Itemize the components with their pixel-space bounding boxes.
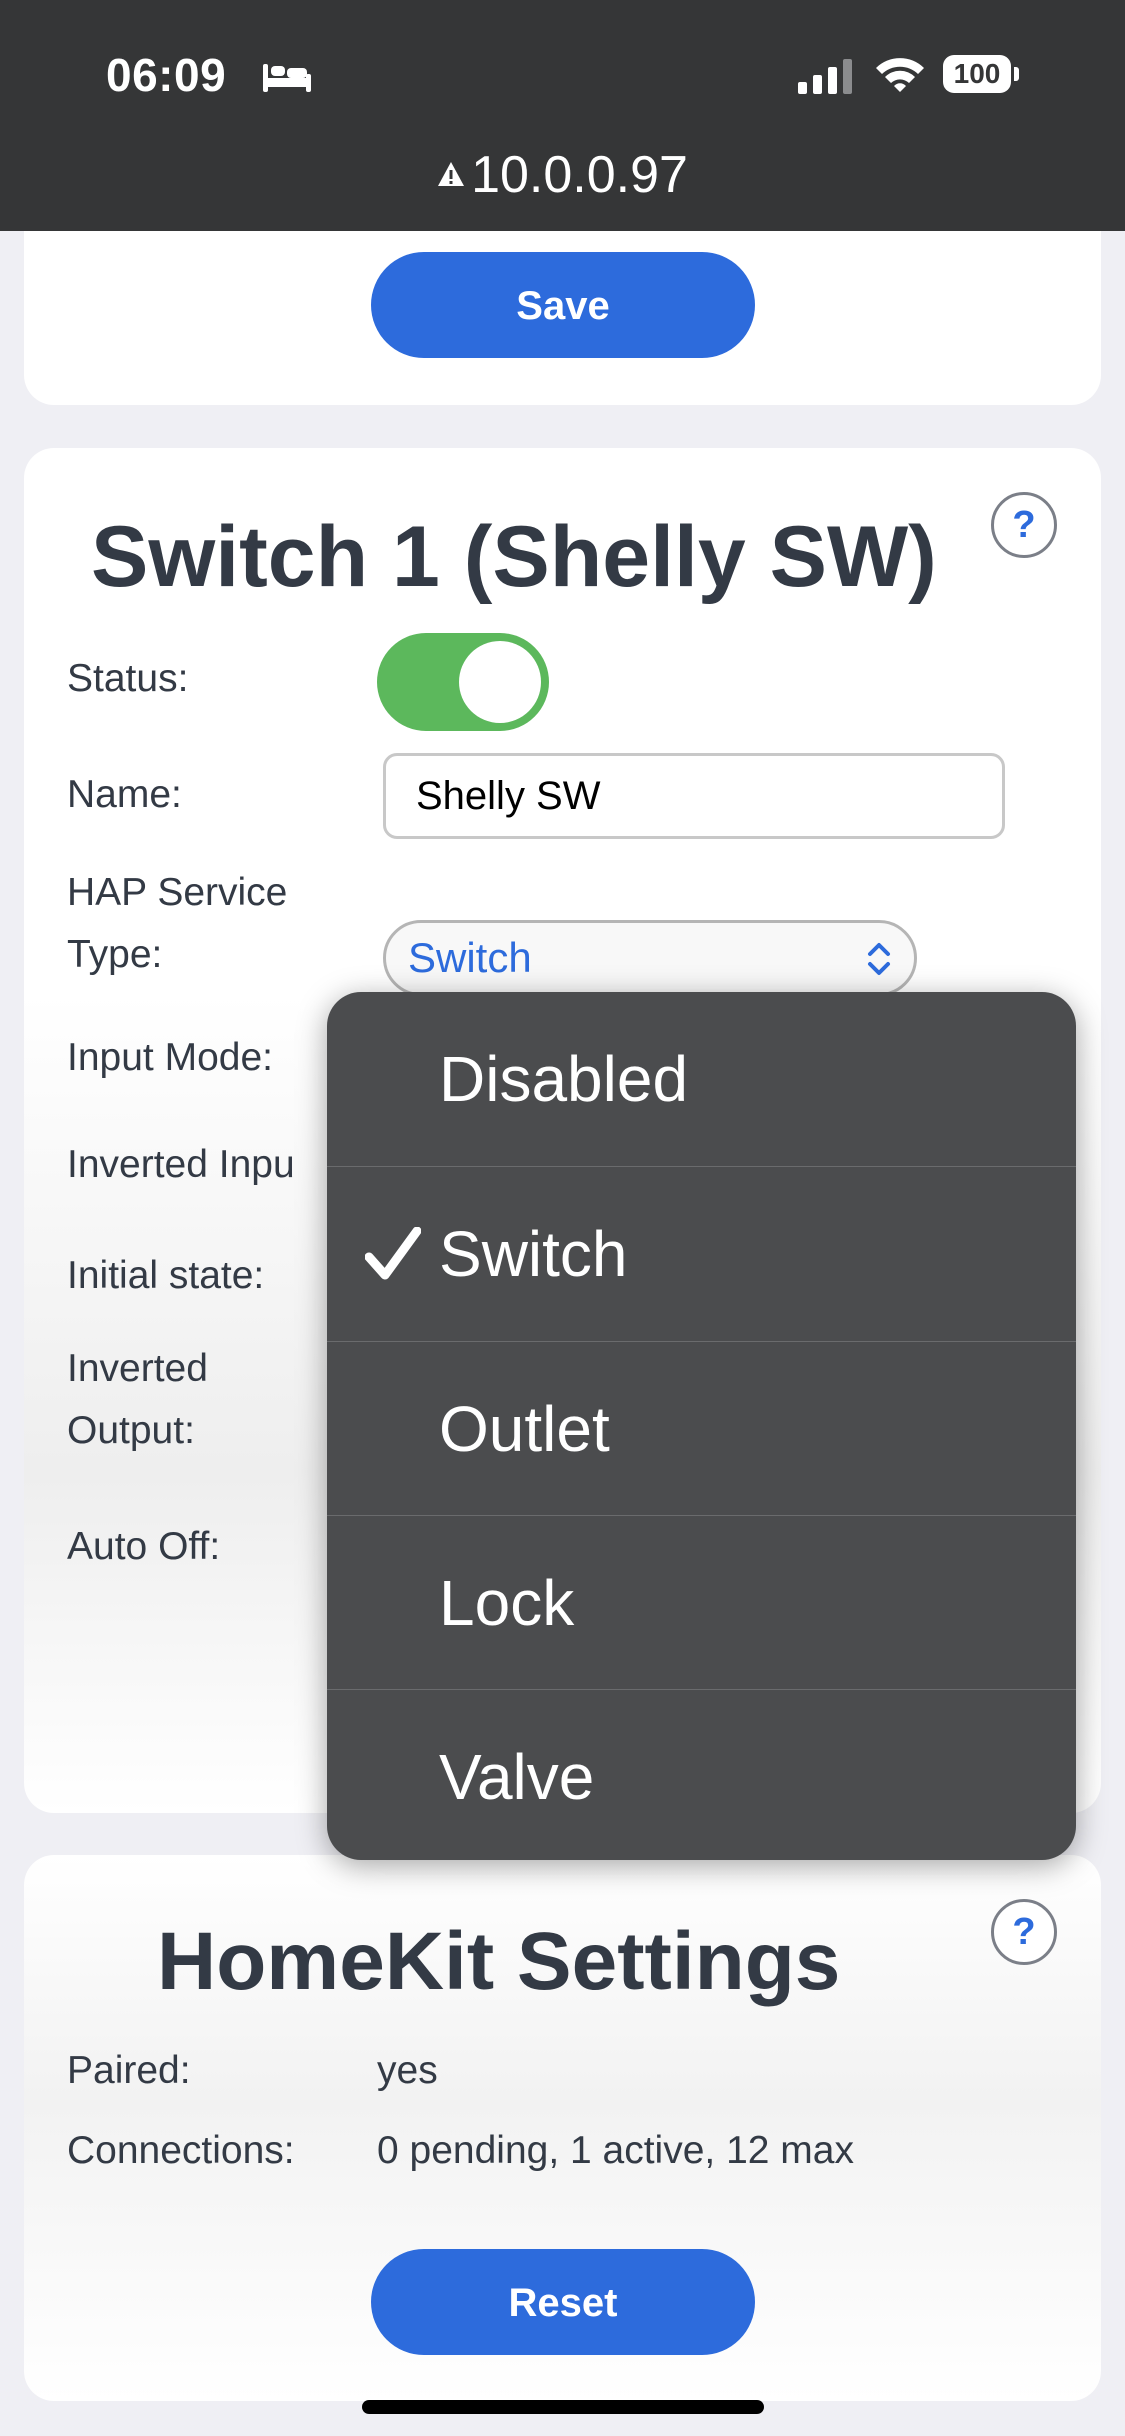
address-text: 10.0.0.97 <box>471 146 688 204</box>
chevron-up-down-icon <box>868 943 890 975</box>
status-toggle[interactable] <box>377 633 549 731</box>
dropdown-option-label: Lock <box>439 1567 575 1639</box>
reset-button[interactable]: Reset <box>371 2249 755 2355</box>
input-mode-label: Input Mode: <box>67 1036 273 1079</box>
dropdown-option-label: Disabled <box>439 1043 689 1115</box>
dropdown-option-label: Valve <box>439 1741 595 1813</box>
dropdown-option-label: Outlet <box>439 1393 610 1465</box>
signal-strength-icon <box>798 59 852 94</box>
toggle-knob <box>459 641 541 723</box>
status-time: 06:09 <box>106 49 227 101</box>
home-indicator <box>362 2400 764 2414</box>
help-icon[interactable]: ? <box>991 492 1057 558</box>
hap-service-label-line1: HAP Service <box>67 871 288 914</box>
dropdown-option-valve[interactable]: Valve <box>327 1690 1076 1860</box>
save-button[interactable]: Save <box>371 252 755 358</box>
dropdown-option-label: Switch <box>439 1218 628 1290</box>
inverted-output-label-line2: Output: <box>67 1409 195 1452</box>
status-label: Status: <box>67 657 189 700</box>
auto-off-label: Auto Off: <box>67 1525 221 1568</box>
warning-triangle-icon <box>438 162 465 187</box>
homekit-card: HomeKit Settings ? Paired: yes Connectio… <box>24 1855 1101 2401</box>
hap-service-label-line2: Type: <box>67 933 163 976</box>
paired-value: yes <box>377 2049 438 2092</box>
dropdown-option-disabled[interactable]: Disabled <box>327 992 1076 1166</box>
dropdown-option-outlet[interactable]: Outlet <box>327 1342 1076 1516</box>
browser-top-bar: 06:09 100 10.0.0.97 <box>0 0 1125 231</box>
checkmark-icon <box>365 1227 421 1280</box>
dropdown-option-lock[interactable]: Lock <box>327 1516 1076 1690</box>
name-field[interactable]: Shelly SW <box>383 753 1005 839</box>
dropdown-option-switch[interactable]: Switch <box>327 1167 1076 1341</box>
help-icon[interactable]: ? <box>991 1899 1057 1965</box>
hap-service-type-select[interactable]: Switch <box>383 920 917 996</box>
paired-label: Paired: <box>67 2049 191 2092</box>
address-bar[interactable]: 10.0.0.97 <box>0 145 1125 205</box>
inverted-output-label-line1: Inverted <box>67 1347 208 1390</box>
hap-service-type-value: Switch <box>408 934 532 981</box>
wifi-icon <box>876 58 924 92</box>
hap-service-type-dropdown: Disabled Switch Outlet Lock Valve <box>327 992 1076 1860</box>
homekit-card-title: HomeKit Settings <box>157 1916 841 2007</box>
connections-label: Connections: <box>67 2129 295 2172</box>
connections-value: 0 pending, 1 active, 12 max <box>377 2129 854 2172</box>
initial-state-label: Initial state: <box>67 1254 265 1297</box>
battery-nub <box>1014 67 1019 81</box>
inverted-input-label: Inverted Inpu <box>67 1143 295 1186</box>
bed-icon <box>263 64 311 92</box>
name-label: Name: <box>67 773 182 816</box>
battery-level: 100 <box>943 55 1011 93</box>
battery-icon: 100 <box>943 55 1021 95</box>
settings-card-top: Save <box>24 231 1101 405</box>
switch-card-title: Switch 1 (Shelly SW) <box>91 509 937 605</box>
